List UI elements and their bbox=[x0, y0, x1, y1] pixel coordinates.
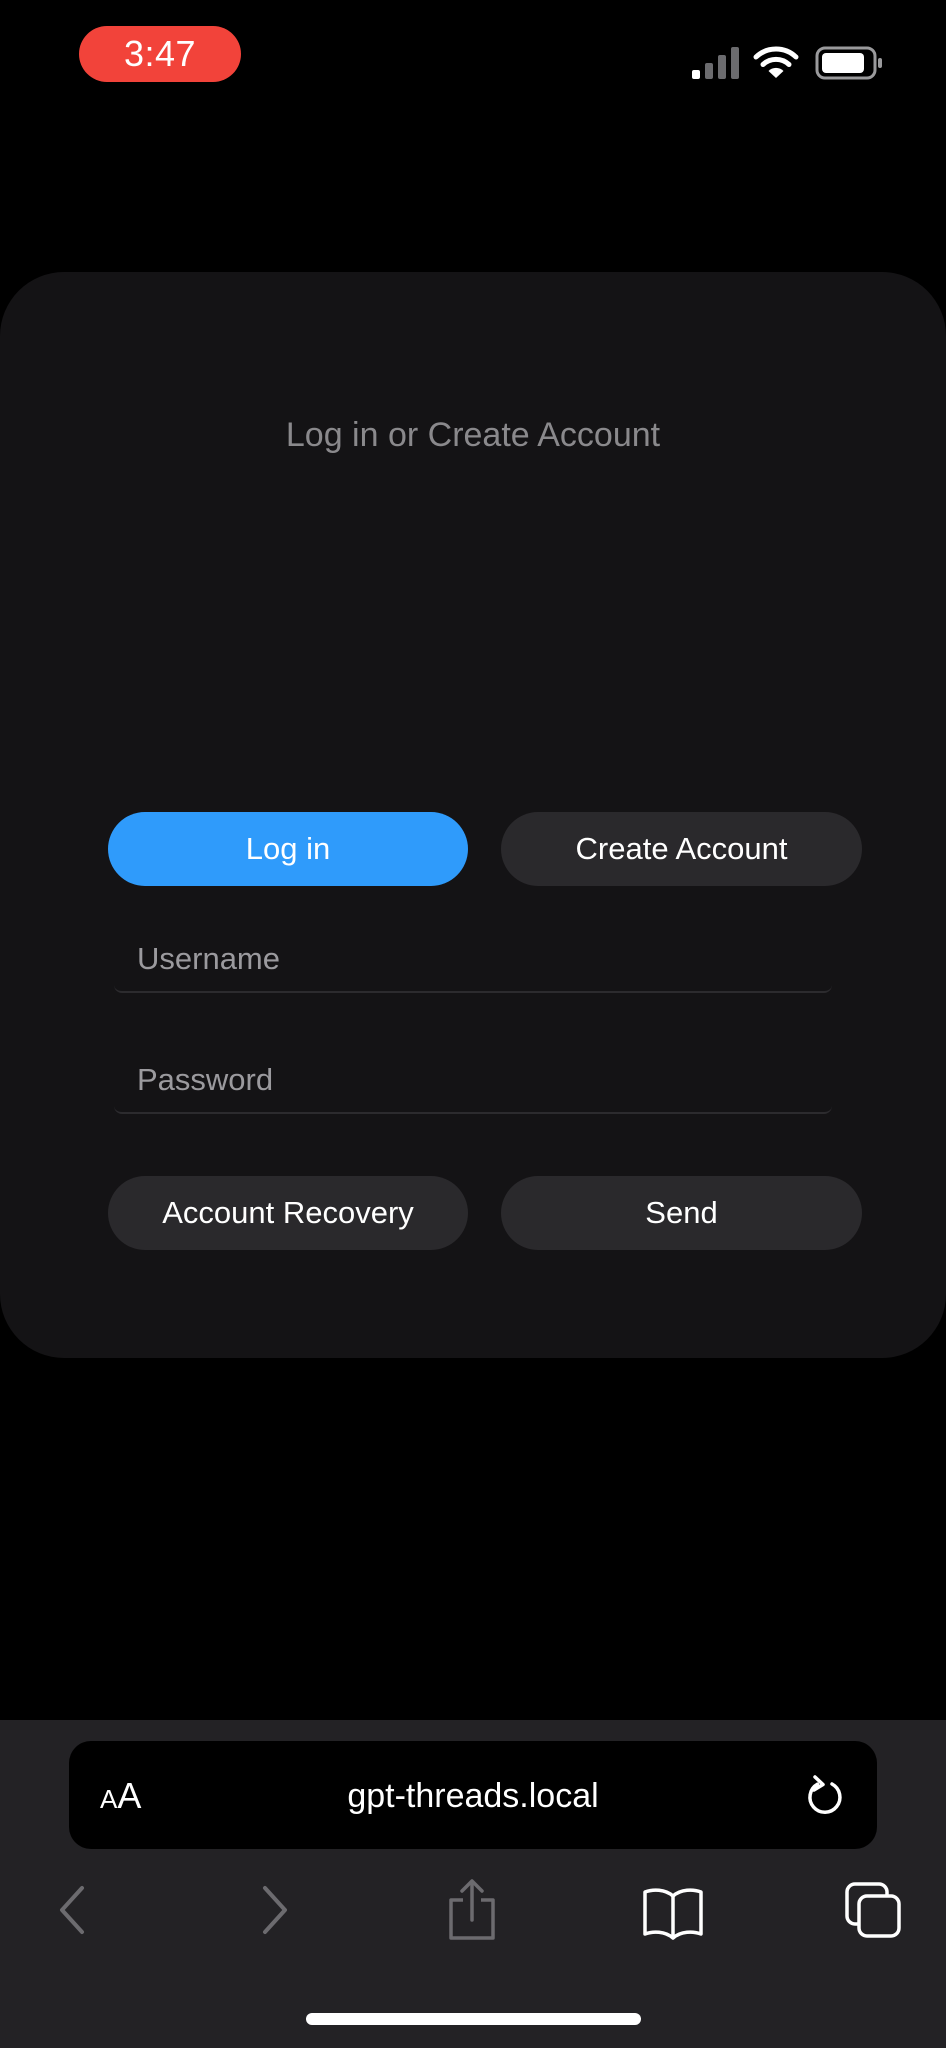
status-time: 3:47 bbox=[79, 26, 241, 82]
share-icon[interactable] bbox=[444, 1878, 500, 1942]
battery-icon bbox=[815, 46, 882, 80]
url-text[interactable]: gpt-threads.local bbox=[200, 1768, 746, 1824]
create-account-tab-button[interactable]: Create Account bbox=[501, 812, 862, 886]
bookmarks-icon[interactable] bbox=[641, 1878, 705, 1942]
text-size-large-glyph: A bbox=[117, 1775, 142, 1816]
home-indicator bbox=[306, 2013, 641, 2025]
username-field bbox=[114, 927, 832, 993]
password-field bbox=[114, 1048, 832, 1114]
back-icon[interactable] bbox=[52, 1878, 92, 1942]
page-title: Log in or Create Account bbox=[285, 416, 661, 454]
reload-icon[interactable] bbox=[801, 1771, 847, 1821]
text-size-small-glyph: A bbox=[100, 1784, 118, 1814]
tabs-icon[interactable] bbox=[841, 1878, 905, 1942]
cellular-signal-icon bbox=[692, 47, 739, 79]
forward-icon[interactable] bbox=[255, 1878, 295, 1942]
login-tab-button[interactable]: Log in bbox=[108, 812, 468, 886]
account-recovery-button[interactable]: Account Recovery bbox=[108, 1176, 468, 1250]
password-input[interactable] bbox=[114, 1048, 832, 1112]
username-input[interactable] bbox=[114, 927, 832, 991]
wifi-icon bbox=[753, 46, 799, 78]
text-size-button[interactable]: AA bbox=[100, 1771, 160, 1821]
send-button[interactable]: Send bbox=[501, 1176, 862, 1250]
